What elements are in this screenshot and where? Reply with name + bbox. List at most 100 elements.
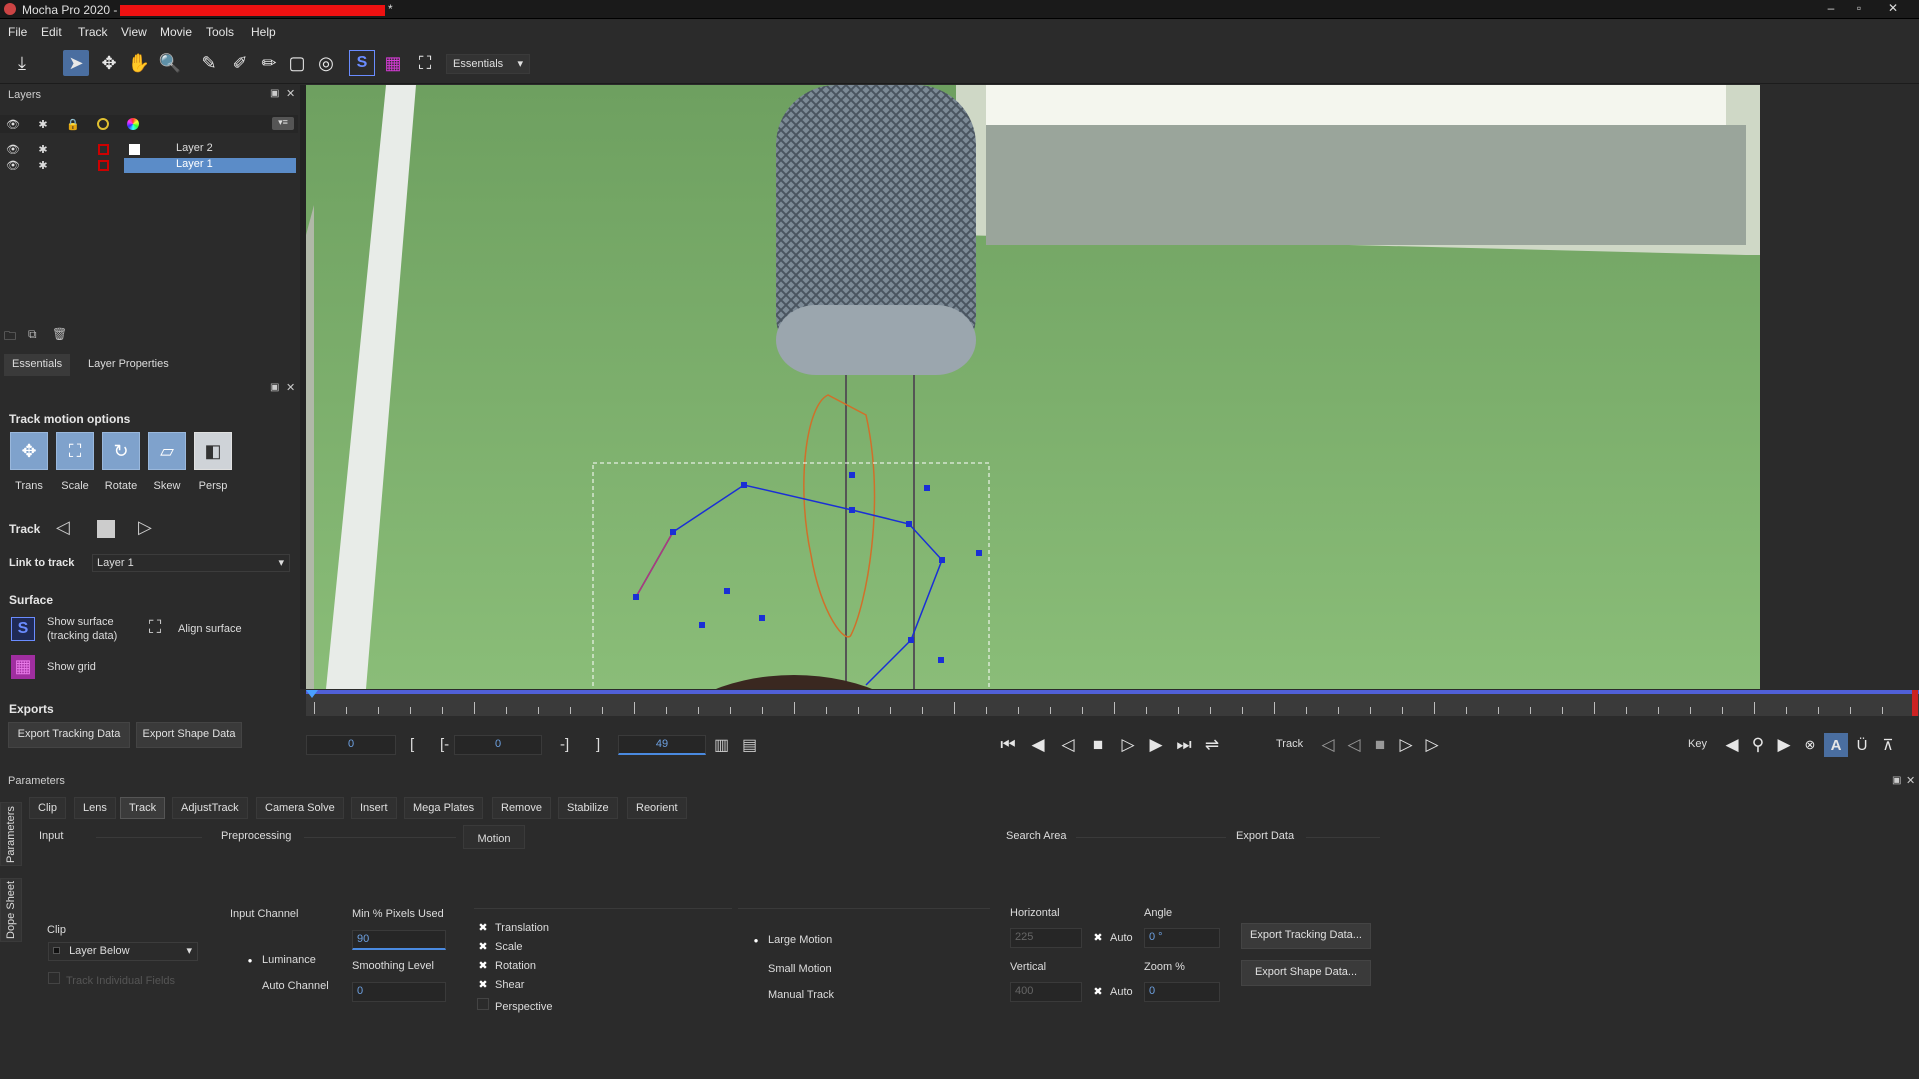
track-forward-icon[interactable]: ▷ [138,517,152,538]
viewer-canvas[interactable] [306,85,1760,689]
tab-track[interactable]: Track [120,797,166,819]
loop-icon[interactable]: ⇌ [1200,733,1224,757]
undo-key-icon[interactable]: Ü [1850,733,1874,757]
keyframe-mode-icon[interactable]: ⊼ [1876,733,1900,757]
track-forward-one-icon[interactable]: ▷ [1420,733,1444,757]
tab-reorient[interactable]: Reorient [627,797,687,819]
layer-menu-icon[interactable]: ▾≡ [272,117,294,130]
play-forward-icon[interactable]: ▷ [1116,733,1140,757]
grid-toggle-icon[interactable]: ▦ [380,50,406,76]
auto-channel-radio[interactable]: Auto Channel [244,977,329,992]
layer2-matte-swatch[interactable] [98,144,109,155]
export-shape-button[interactable]: Export Shape Data [136,722,242,748]
skew-toggle-button[interactable]: ▱ [148,432,186,470]
gear-icon[interactable]: ✱ [36,117,50,131]
prev-key-icon[interactable]: ◀ [1720,733,1744,757]
float-props-icon[interactable]: ▣ [270,382,279,393]
menu-help[interactable]: Help [251,25,276,39]
hand-tool-icon[interactable]: ✋ [126,50,152,76]
add-point-icon[interactable]: ✥ [96,50,122,76]
bezier-tool-icon[interactable]: ✐ [227,50,253,76]
perspective-checkbox[interactable]: Perspective [477,998,552,1013]
track-back-one-icon[interactable]: ◁ [1316,733,1340,757]
track-individual-checkbox[interactable]: Track Individual Fields [48,972,175,987]
playhead-marker[interactable] [306,690,318,698]
align-surface-icon[interactable]: ⛶ [142,617,168,643]
clip-range-icon[interactable]: ▥ [714,735,729,755]
float-panel-icon[interactable]: ▣ [270,88,279,99]
export-tracking-data-button[interactable]: Export Tracking Data... [1241,923,1371,949]
float-params-icon[interactable]: ▣ [1892,775,1901,786]
trans-toggle-button[interactable]: ✥ [10,432,48,470]
tab-mega-plates[interactable]: Mega Plates [404,797,484,819]
menu-view[interactable]: View [121,25,147,39]
show-grid-icon[interactable]: ▦ [11,655,35,679]
angle-field[interactable]: 0 ° [1144,928,1220,948]
rect-tool-icon[interactable]: ▢ [284,50,310,76]
tab-adjusttrack[interactable]: AdjustTrack [172,797,248,819]
vertical-field[interactable]: 400 [1010,982,1082,1002]
duplicate-layer-icon[interactable]: ⧉ [28,327,37,342]
close-panel-icon[interactable]: ✕ [286,87,295,100]
fit-view-icon[interactable]: ⛶ [412,50,438,76]
tab-insert[interactable]: Insert [351,797,397,819]
next-key-icon[interactable]: ▶ [1772,733,1796,757]
set-out-bracket[interactable]: ] [596,736,600,753]
menu-tools[interactable]: Tools [206,25,234,39]
set-in-bracket[interactable]: [ [410,736,414,753]
large-motion-radio[interactable]: ● Large Motion [750,934,833,947]
workspace-dropdown[interactable]: Essentials ▾ [446,54,530,74]
out-frame-field[interactable]: 49 [618,735,706,755]
link-track-dropdown[interactable]: Layer 1 ▾ [92,554,290,572]
menu-file[interactable]: File [8,25,27,39]
brush-tool-icon[interactable]: ✏ [256,50,282,76]
tab-camera-solve[interactable]: Camera Solve [256,797,344,819]
layer2-visibility-icon[interactable]: 👁 [6,142,20,156]
show-surface-icon[interactable]: S [11,617,35,641]
zoom-tool-icon[interactable]: 🔍 [157,50,183,76]
color-wheel-icon[interactable] [127,118,139,130]
delete-all-keys-icon[interactable]: ⊗ [1798,733,1822,757]
circle-tool-icon[interactable]: ◎ [313,50,339,76]
close-params-icon[interactable]: ✕ [1906,774,1915,787]
lock-icon[interactable]: 🔒 [66,117,80,131]
tab-essentials[interactable]: Essentials [4,354,71,376]
close-props-icon[interactable]: ✕ [286,381,295,394]
delete-layer-icon[interactable]: 🗑 [52,327,67,341]
tab-lens[interactable]: Lens [74,797,116,819]
smoothing-field[interactable]: 0 [352,982,446,1002]
scale-checkbox[interactable]: ✖ Scale [477,941,522,953]
clip-dropdown[interactable]: Layer Below ▾ [48,942,198,961]
layer1-visibility-icon[interactable]: 👁 [6,158,20,172]
go-start-icon[interactable]: ⏮ [996,733,1020,757]
import-icon[interactable]: ⤓ [9,50,35,76]
layer1-matte-swatch[interactable] [98,160,109,171]
surface-toggle-icon[interactable]: S [349,50,375,76]
timeline-ruler[interactable] [306,694,1919,716]
export-tracking-button[interactable]: Export Tracking Data [8,722,130,748]
add-key-icon[interactable]: ⚲ [1746,733,1770,757]
track-backward-icon[interactable]: ◁ [56,517,70,538]
menu-movie[interactable]: Movie [160,25,192,39]
in-frame-field[interactable]: 0 [306,735,396,755]
go-end-icon[interactable]: ⏭ [1172,733,1196,757]
layer1-gear-icon[interactable]: ✱ [36,158,50,172]
menu-edit[interactable]: Edit [41,25,62,39]
translation-checkbox[interactable]: ✖ Translation [477,922,549,934]
rotate-toggle-button[interactable]: ↻ [102,432,140,470]
manual-track-radio[interactable]: Manual Track [750,986,834,1001]
timeline[interactable] [306,690,1919,728]
layer-row-2[interactable]: Layer 2 [124,142,296,157]
new-folder-icon[interactable]: 🗀 [4,327,16,348]
matte-color-icon[interactable] [97,118,109,130]
horizontal-field[interactable]: 225 [1010,928,1082,948]
tab-clip[interactable]: Clip [29,797,66,819]
side-tab-dope-sheet[interactable]: Dope Sheet [0,878,22,942]
step-forward-icon[interactable]: ▶ [1144,733,1168,757]
vertical-auto-checkbox[interactable]: ✖ Auto [1092,986,1132,998]
current-frame-field[interactable]: 0 [454,735,542,755]
tab-stabilize[interactable]: Stabilize [558,797,618,819]
zoom-field[interactable]: 0 [1144,982,1220,1002]
stop-track-icon[interactable] [97,520,115,538]
layer-row-1[interactable]: Layer 1 [124,158,296,173]
